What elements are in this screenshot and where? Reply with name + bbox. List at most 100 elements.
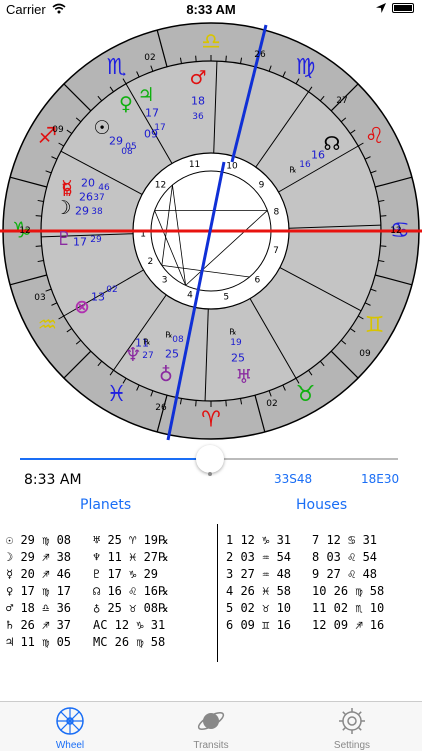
table-row: ☉ 29 ♍ 08	[6, 533, 72, 547]
planet-uranus-minute: 19	[230, 338, 242, 348]
cusp-degree-label: 03	[34, 293, 45, 303]
time-slider[interactable]	[20, 445, 398, 476]
degree-tick	[225, 55, 227, 62]
table-row: 8 03 ♌ 54	[312, 550, 378, 564]
time-label: 8:33 AM	[24, 472, 82, 488]
table-row: 12 09 ♐ 16	[312, 618, 385, 632]
status-right	[376, 3, 414, 13]
planet-jupiter-glyph: ♃	[137, 84, 154, 106]
planet-jupiter-degree: 09	[144, 128, 158, 141]
table-row: ♆ 11 ♓ 27℞	[93, 550, 169, 564]
tab-bar: Wheel Transits Settings	[0, 701, 422, 751]
degree-tick	[195, 400, 197, 407]
table-row: ♇ 17 ♑ 29	[93, 567, 159, 581]
planet-earth-glyph: ♁	[159, 364, 173, 386]
table-row: ♀ 17 ♍ 17	[6, 584, 72, 598]
sign-pisces-glyph: ♓	[107, 382, 127, 407]
tab-transits[interactable]: Transits	[171, 706, 251, 751]
house-number: 11	[189, 160, 200, 170]
planet-sun-minute: 08	[121, 147, 133, 157]
slider-thumb[interactable]	[196, 445, 224, 473]
sign-aquarius-glyph: ♒	[37, 313, 57, 338]
cusp-degree-label: 02	[266, 399, 277, 409]
planet-mars-degree: 18	[191, 95, 205, 108]
tab-wheel[interactable]: Wheel	[30, 706, 110, 751]
sign-libra-glyph: ♎	[201, 30, 221, 55]
retrograde-marker: ℞	[143, 338, 150, 347]
cusp-degree-label: 02	[144, 53, 155, 63]
sign-virgo-glyph: ♍	[296, 55, 316, 80]
houses-column-left: 1 12 ♑ 31 2 03 ♒ 54 3 27 ♒ 48 4 26 ♓ 58 5 02…	[226, 532, 291, 634]
degree-tick	[380, 245, 387, 247]
cusp-degree-label: 09	[359, 349, 371, 359]
sign-scorpio-glyph: ♏	[107, 55, 127, 80]
wheel-icon	[56, 707, 84, 735]
sign-leo-glyph: ♌	[365, 124, 385, 149]
cusp-degree-label: 12	[390, 226, 401, 236]
planet-north-node-degree: 16	[311, 149, 325, 162]
planet-neptune-minute: 27	[142, 351, 153, 361]
table-row: 9 27 ♌ 48	[312, 567, 378, 581]
longitude-button[interactable]: 18E30	[361, 472, 399, 486]
retrograde-marker: ℞	[229, 328, 236, 337]
table-row: ♃ 11 ♍ 05	[6, 635, 72, 649]
house-number: 9	[259, 180, 265, 190]
planet-mars-glyph: ♂	[189, 67, 206, 89]
degree-tick	[35, 215, 42, 217]
table-row: 3 27 ♒ 48	[226, 567, 292, 581]
planet-uranus-glyph: ♅	[235, 366, 252, 388]
latitude-button[interactable]: 33S48	[274, 472, 312, 486]
planet-icon	[197, 712, 225, 730]
house-number: 5	[223, 292, 229, 302]
table-row: 1 12 ♑ 31	[226, 533, 292, 547]
table-row: 11 02 ♏ 10	[312, 601, 385, 615]
retrograde-marker: ℞	[289, 166, 296, 175]
house-number: 4	[187, 291, 193, 301]
house-number: 3	[162, 276, 168, 286]
slider-track	[210, 458, 398, 460]
table-row: 5 02 ♉ 10	[226, 601, 292, 615]
table-row: ☿ 20 ♐ 46	[6, 567, 72, 581]
planet-saturn-minute: 37	[93, 193, 104, 203]
table-row: ♂ 18 ♎ 36	[6, 601, 72, 615]
battery-icon	[392, 3, 414, 13]
houses-header[interactable]: Houses	[296, 497, 347, 513]
planet-pluto-minute: 29	[90, 235, 102, 245]
planet-mars-minute: 36	[192, 112, 204, 122]
planet-sun-glyph: ☉	[93, 117, 110, 139]
tab-transits-label: Transits	[193, 740, 229, 751]
cusp-degree-label: 26	[254, 50, 266, 60]
tab-settings[interactable]: Settings	[312, 706, 392, 751]
degree-tick	[225, 400, 227, 407]
retrograde-marker: ℞	[165, 331, 172, 340]
house-number: 6	[255, 276, 261, 286]
table-row: AC 12 ♑ 31	[93, 618, 166, 632]
planet-pluto-glyph: ♇	[55, 228, 72, 250]
table-divider	[217, 524, 218, 662]
degree-tick	[195, 55, 197, 62]
planet-moon-minute: 38	[91, 207, 103, 217]
tab-wheel-label: Wheel	[55, 740, 85, 751]
table-row: 6 09 ♊ 16	[226, 618, 292, 632]
planet-venus-glyph: ♀	[119, 93, 133, 115]
table-row: ☽ 29 ♐ 38	[6, 550, 72, 564]
planet-north-node-minute: 16	[299, 160, 311, 170]
planet-mercury-minute: 46	[98, 183, 110, 193]
status-bar: Carrier 8:33 AM	[0, 0, 422, 20]
status-time: 8:33 AM	[186, 2, 236, 17]
cusp-degree-label: 27	[336, 96, 347, 106]
sign-gemini-glyph: ♊	[365, 313, 385, 338]
cusp-degree-label: 26	[155, 403, 167, 413]
planet-north-node-glyph: ☊	[324, 133, 341, 155]
planets-column-right: ♅ 25 ♈ 19℞ ♆ 11 ♓ 27℞ ♇ 17 ♑ 29 ☊ 16 ♌ 16℞ ♁…	[93, 532, 169, 651]
planet-earth-degree: 25	[165, 348, 179, 361]
planets-header[interactable]: Planets	[80, 497, 131, 513]
planets-column-left: ☉ 29 ♍ 08 ☽ 29 ♐ 38 ☿ 20 ♐ 46 ♀ 17 ♍ 17 ♂ 18…	[6, 532, 71, 651]
chart-wheel[interactable]: ♎♍♌♋♊♉♈♓♒♑♐♏1234 567891011122627120902260…	[0, 20, 422, 442]
sign-aries-glyph: ♈	[201, 408, 221, 433]
slider-track-filled	[20, 458, 210, 460]
gear-icon	[339, 708, 365, 734]
house-number: 2	[148, 257, 154, 267]
tab-settings-label: Settings	[333, 740, 371, 751]
table-row: 10 26 ♍ 58	[312, 584, 385, 598]
